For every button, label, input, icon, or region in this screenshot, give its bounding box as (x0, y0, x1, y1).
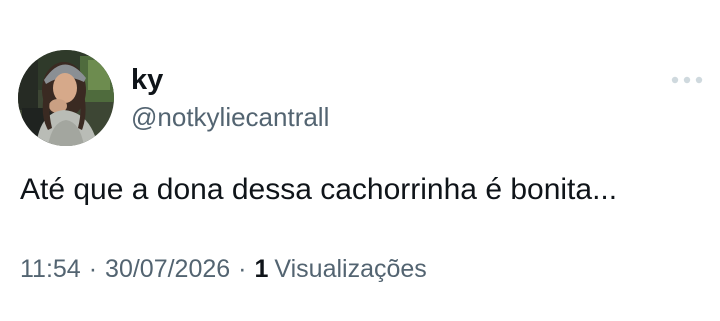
tweet-date[interactable]: 30/07/2026 (105, 255, 230, 283)
meta-separator: · (238, 255, 247, 283)
views-label: Visualizações (274, 255, 427, 283)
avatar[interactable] (18, 50, 114, 146)
author-display-name[interactable]: ky (131, 62, 163, 98)
author-handle[interactable]: @notkyliecantrall (131, 101, 329, 133)
more-options-button[interactable] (670, 70, 704, 90)
tweet-time[interactable]: 11:54 (20, 255, 81, 283)
meta-separator: · (88, 255, 98, 283)
views-count: 1 (254, 255, 269, 283)
tweet-metadata: 11:54 · 30/07/2026 · 1 Visualizações (20, 253, 427, 285)
more-horizontal-icon (671, 76, 703, 84)
profile-photo (18, 50, 114, 146)
tweet-text: Até que a dona dessa cachorrinha é bonit… (20, 173, 618, 206)
